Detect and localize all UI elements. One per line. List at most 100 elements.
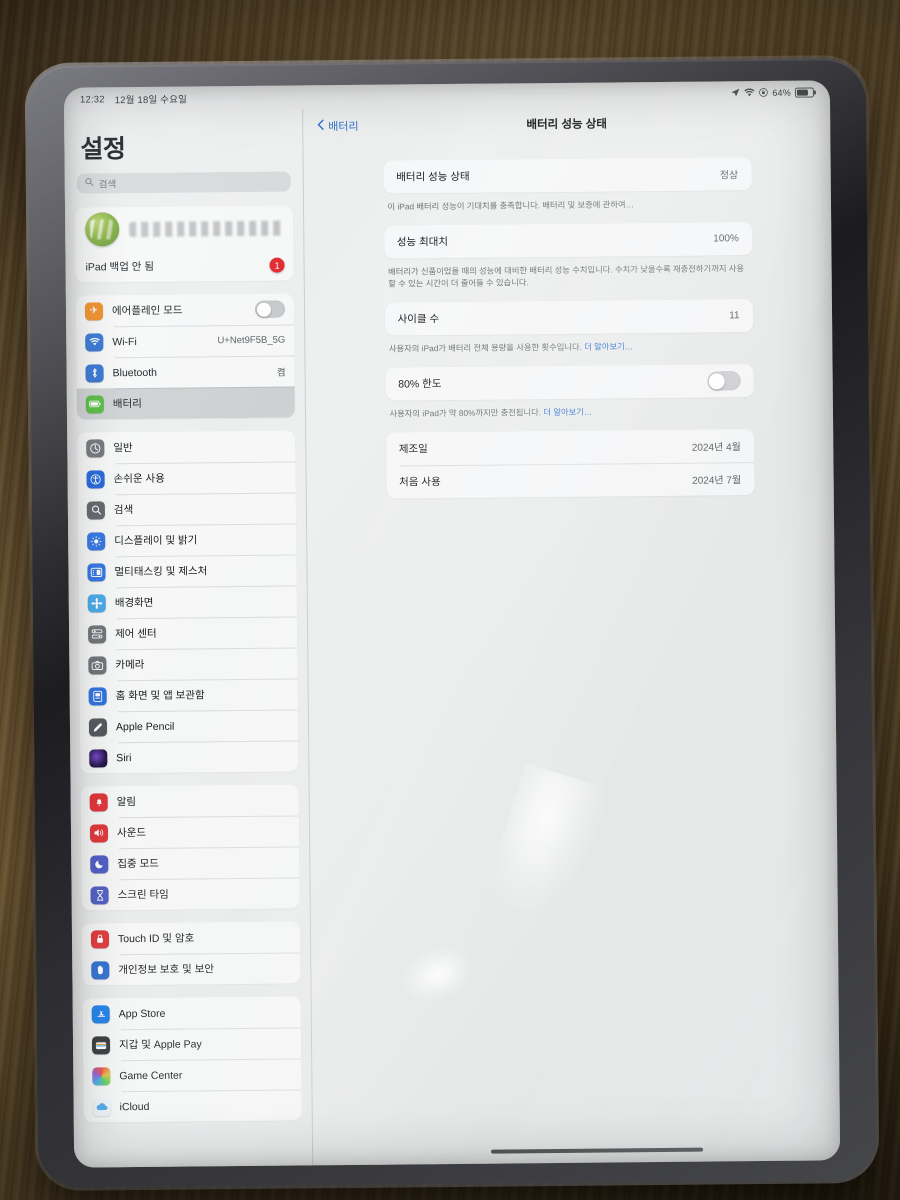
maximum-capacity-group[interactable]: 성능 최대치 100% xyxy=(383,222,752,259)
search-icon xyxy=(86,500,105,519)
sidebar-item-label: Touch ID 및 암호 xyxy=(117,932,195,946)
pencil-icon xyxy=(88,717,108,736)
sidebar-item-label: 멀티태스킹 및 제스처 xyxy=(114,565,208,579)
sidebar-item-siri[interactable]: Siri xyxy=(80,740,298,773)
apple-id-group[interactable]: iPad 백업 안 됨 1 xyxy=(74,205,294,283)
sidebar-item-label: 손쉬운 사용 xyxy=(113,472,165,486)
sidebar-item-notifications[interactable]: 알림 xyxy=(81,784,299,817)
sidebar-item-apple-pencil[interactable]: Apple Pencil xyxy=(80,709,298,742)
cycle-count-note: 사용자의 iPad가 배터리 전체 용량을 사용한 횟수입니다. 더 알아보기… xyxy=(385,339,753,355)
sidebar-item-label: 개인정보 보호 및 보안 xyxy=(118,963,215,977)
search-input[interactable]: 검색 xyxy=(76,171,291,194)
sidebar-item-home-screen[interactable]: 홈 화면 및 앱 보관함 xyxy=(80,678,298,711)
charge-limit-note: 사용자의 iPad가 약 80%까지만 충전됩니다. 더 알아보기… xyxy=(385,404,753,420)
game-center-icon xyxy=(92,1066,111,1085)
sidebar-item-label: 검색 xyxy=(113,504,134,517)
sidebar-item-camera[interactable]: 카메라 xyxy=(79,647,297,680)
charge-limit-group[interactable]: 80% 한도 xyxy=(385,364,754,401)
note-text: 배터리가 신품이었을 때의 성능에 대비한 배터리 성능 수치입니다. 수치가 … xyxy=(388,263,745,289)
row-value: 2024년 7월 xyxy=(692,475,742,487)
sidebar-group-connectivity[interactable]: ✈ 에어플레인 모드 Wi-Fi U+Net9F5B_5G Bluetooth … xyxy=(75,293,296,420)
back-button-label: 배터리 xyxy=(328,120,359,134)
navigation-bar: 배터리 배터리 성능 상태 xyxy=(303,104,830,143)
sidebar-item-focus[interactable]: 집중 모드 xyxy=(81,846,299,879)
row-label: 처음 사용 xyxy=(399,476,441,489)
cycle-count-group[interactable]: 사이클 수 11 xyxy=(384,299,753,336)
charge-limit-row[interactable]: 80% 한도 xyxy=(385,364,753,401)
maximum-capacity-row[interactable]: 성능 최대치 100% xyxy=(384,222,752,259)
sidebar-item-label: Bluetooth xyxy=(112,366,158,379)
bluetooth-icon xyxy=(85,363,104,383)
note-text: 사용자의 iPad가 배터리 전체 용량을 사용한 횟수입니다. xyxy=(388,341,585,354)
bell-icon xyxy=(89,792,108,811)
sidebar-item-battery[interactable]: 배터리 xyxy=(76,386,296,420)
sidebar-group-notifications[interactable]: 알림 사운드 집중 모드 스크린 타임 xyxy=(80,784,300,911)
hourglass-icon xyxy=(90,885,109,904)
learn-more-link[interactable]: 더 알아보기… xyxy=(584,341,633,351)
cycle-count-row[interactable]: 사이클 수 11 xyxy=(384,299,752,336)
moon-icon xyxy=(90,854,109,873)
sidebar-item-privacy[interactable]: 개인정보 보호 및 보안 xyxy=(82,952,300,985)
sidebar-item-multitasking[interactable]: 멀티태스킹 및 제스처 xyxy=(78,554,296,587)
airplane-mode-toggle[interactable] xyxy=(254,300,286,318)
sidebar-item-label: 스크린 타임 xyxy=(117,888,169,902)
status-time: 12:32 xyxy=(79,93,105,106)
gear-icon xyxy=(86,438,105,458)
row-value: 100% xyxy=(713,233,739,245)
sidebar-item-label: iCloud xyxy=(119,1100,150,1113)
sidebar-item-bluetooth[interactable]: Bluetooth 켬 xyxy=(76,356,294,389)
multitasking-icon xyxy=(87,562,106,581)
sidebar-item-wallpaper[interactable]: 배경화면 xyxy=(79,585,297,618)
row-label: 성능 최대치 xyxy=(396,236,449,249)
manufacture-date-row: 제조일 2024년 4월 xyxy=(386,429,754,466)
status-badge: 1 xyxy=(269,257,285,273)
sidebar-item-general[interactable]: 일반 xyxy=(77,430,295,463)
sidebar-item-screen-time[interactable]: 스크린 타임 xyxy=(81,877,299,910)
battery-health-group[interactable]: 배터리 성능 상태 정상 xyxy=(383,157,752,194)
sidebar-item-accessibility[interactable]: 손쉬운 사용 xyxy=(77,461,295,494)
brightness-icon xyxy=(87,531,106,550)
sidebar-item-label: Apple Pencil xyxy=(115,720,175,733)
accessibility-icon xyxy=(86,469,105,489)
status-bar-right: 64% xyxy=(731,87,814,99)
battery-health-row[interactable]: 배터리 성능 상태 정상 xyxy=(383,157,751,194)
sidebar-item-sounds[interactable]: 사운드 xyxy=(81,815,299,848)
sidebar-item-icloud[interactable]: iCloud xyxy=(83,1089,301,1122)
ipad-backup-row[interactable]: iPad 백업 안 됨 1 xyxy=(75,250,293,283)
wifi-icon xyxy=(85,332,104,352)
sidebar-item-app-store[interactable]: App Store xyxy=(83,996,301,1029)
sidebar-item-label: 배경화면 xyxy=(114,596,154,610)
sidebar-item-display-brightness[interactable]: 디스플레이 및 밝기 xyxy=(78,523,296,556)
home-indicator[interactable] xyxy=(491,1147,704,1154)
chevron-left-icon xyxy=(317,119,324,133)
maximum-capacity-note: 배터리가 신품이었을 때의 성능에 대비한 배터리 성능 수치입니다. 수치가 … xyxy=(384,262,752,290)
wallet-icon xyxy=(91,1035,111,1054)
apple-id-row[interactable] xyxy=(75,206,293,252)
search-placeholder: 검색 xyxy=(98,179,117,191)
wifi-icon xyxy=(744,88,755,99)
row-label: 제조일 xyxy=(398,443,428,456)
back-button[interactable]: 배터리 xyxy=(317,118,359,134)
bluetooth-value: 켬 xyxy=(276,367,286,379)
sidebar-item-game-center[interactable]: Game Center xyxy=(83,1058,301,1091)
sidebar-item-label: 카메라 xyxy=(115,658,145,672)
sidebar-group-security[interactable]: Touch ID 및 암호 개인정보 보호 및 보안 xyxy=(81,921,301,986)
learn-more-link[interactable]: 더 알아보기… xyxy=(543,407,592,417)
sidebar-item-wallet[interactable]: 지갑 및 Apple Pay xyxy=(83,1027,301,1060)
sidebar-item-control-center[interactable]: 제어 센터 xyxy=(79,616,297,649)
sidebar-group-general[interactable]: 일반 손쉬운 사용 검색 디스플레이 및 밝기 멀티태스킹 및 제스처 배경화면… xyxy=(77,430,299,774)
row-value: 2024년 4월 xyxy=(691,442,741,454)
sidebar-item-airplane-mode[interactable]: ✈ 에어플레인 모드 xyxy=(76,294,294,327)
settings-sidebar[interactable]: 설정 검색 iPad 백업 안 됨 1 ✈ 에어플레인 모드 Wi-Fi U+N… xyxy=(64,109,313,1168)
speaker-icon xyxy=(89,823,109,842)
sidebar-item-touch-id[interactable]: Touch ID 및 암호 xyxy=(82,921,300,954)
sidebar-item-search[interactable]: 검색 xyxy=(78,492,296,525)
sidebar-item-wifi[interactable]: Wi-Fi U+Net9F5B_5G xyxy=(76,325,294,358)
charge-limit-toggle[interactable] xyxy=(707,371,741,391)
sidebar-group-services[interactable]: App Store 지갑 및 Apple Pay Game Center iCl… xyxy=(82,996,302,1123)
note-text: 이 iPad 배터리 성능이 기대치를 충족합니다. 배터리 및 보증에 관하여… xyxy=(387,199,634,212)
page-title: 설정 xyxy=(80,135,126,164)
battery-dates-group[interactable]: 제조일 2024년 4월 처음 사용 2024년 7월 xyxy=(385,429,755,499)
first-use-date-row: 처음 사용 2024년 7월 xyxy=(386,462,754,499)
sidebar-item-label: 배터리 xyxy=(112,397,142,411)
